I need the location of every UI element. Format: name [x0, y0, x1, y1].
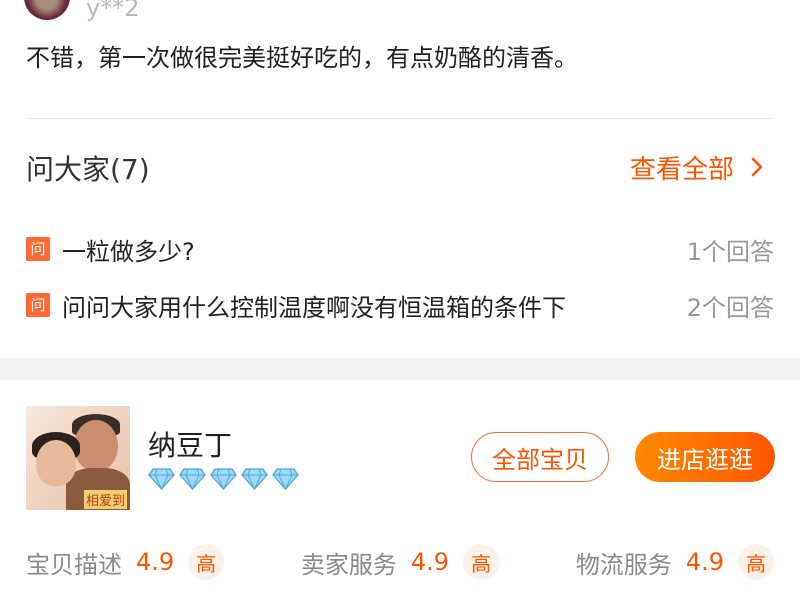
question-text: 问问大家用什么控制温度啊没有恒温箱的条件下 [62, 293, 566, 322]
review-text: 不错，第一次做很完美挺好吃的，有点奶酪的清香。 [26, 44, 578, 72]
qa-section-title: 问大家(7) [26, 153, 150, 186]
question-text: 一粒做多少? [62, 237, 195, 266]
qa-question-row[interactable]: 问 一粒做多少? 1个回答 [26, 229, 774, 269]
shop-name[interactable]: 纳豆丁 [148, 428, 232, 464]
view-all-label: 查看全部 [630, 155, 735, 185]
rating-label: 物流服务 [575, 550, 672, 579]
reviewer-username: y**2 [86, 0, 140, 22]
rating-score: 4.9 [685, 548, 724, 576]
shop-level [148, 468, 299, 490]
all-items-button[interactable]: 全部宝贝 [471, 432, 609, 482]
diamond-icon [210, 468, 237, 490]
chevron-right-icon [750, 150, 764, 190]
diamond-icon [179, 468, 206, 490]
rating-item: 卖家服务 4.9 高 [300, 544, 500, 580]
diamond-icon [272, 468, 299, 490]
qa-view-all-link[interactable]: 查看全部 [630, 150, 764, 190]
question-badge-icon: 问 [26, 237, 50, 261]
rating-score: 4.9 [410, 548, 450, 576]
rating-item: 宝贝描述 4.9 高 [26, 544, 225, 580]
answer-count: 1个回答 [686, 237, 774, 266]
rating-level-badge: 高 [463, 544, 500, 580]
rating-item: 物流服务 4.9 高 [576, 544, 774, 580]
rating-label: 卖家服务 [300, 550, 397, 579]
enter-shop-button[interactable]: 进店逛逛 [635, 432, 775, 482]
rating-label: 宝贝描述 [26, 550, 122, 579]
rating-level-badge: 高 [737, 544, 774, 580]
diamond-icon [148, 468, 175, 490]
reviewer-avatar[interactable] [24, 0, 70, 20]
divider [26, 118, 774, 119]
shop-logo[interactable]: 相爱到 [26, 406, 130, 510]
diamond-icon [241, 468, 268, 490]
shop-ratings: 宝贝描述 4.9 高 卖家服务 4.9 高 物流服务 4.9 高 [26, 544, 774, 580]
rating-level-badge: 高 [188, 544, 225, 580]
section-separator [0, 358, 800, 380]
qa-question-row[interactable]: 问 问问大家用什么控制温度啊没有恒温箱的条件下 2个回答 [26, 285, 774, 325]
rating-score: 4.9 [136, 548, 175, 576]
logo-caption: 相爱到 [84, 490, 128, 509]
question-badge-icon: 问 [26, 293, 50, 317]
answer-count: 2个回答 [686, 293, 774, 322]
